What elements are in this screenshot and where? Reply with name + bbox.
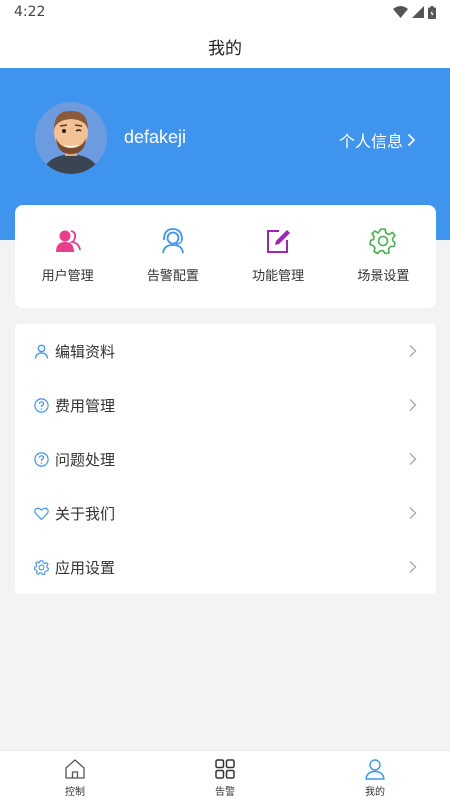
- menu-label: 问题处理: [55, 450, 116, 469]
- profile-info-link[interactable]: 个人信息: [339, 128, 416, 152]
- function-card: 用户管理 告警配置 功能管理 场景设置: [15, 205, 436, 308]
- menu-label: 应用设置: [55, 558, 116, 577]
- chevron-right-icon: [409, 399, 417, 411]
- menu-list: 编辑资料 费用管理 问题处理 关于我们 应用设置: [15, 324, 436, 594]
- avatar-image: [35, 102, 107, 174]
- menu-edit-profile[interactable]: 编辑资料: [15, 324, 436, 378]
- menu-issue-handling[interactable]: 问题处理: [15, 432, 436, 486]
- gear-icon: [369, 228, 397, 255]
- menu-label: 费用管理: [55, 396, 116, 415]
- chevron-right-icon: [407, 133, 416, 147]
- profile-info-label: 个人信息: [338, 132, 403, 151]
- function-label: 功能管理: [252, 269, 305, 284]
- function-feature-management[interactable]: 功能管理: [226, 205, 331, 308]
- gear-icon: [34, 559, 49, 575]
- menu-about-us[interactable]: 关于我们: [15, 486, 436, 540]
- chevron-right-icon: [409, 453, 417, 465]
- status-time: 4:22: [14, 4, 46, 20]
- tab-label: 我的: [365, 787, 385, 798]
- menu-fee-management[interactable]: 费用管理: [15, 378, 436, 432]
- avatar[interactable]: [35, 102, 107, 174]
- chevron-right-icon: [409, 345, 417, 357]
- question-circle-icon: [34, 451, 49, 467]
- grid-icon: [215, 759, 235, 779]
- tab-label: 告警: [215, 787, 235, 798]
- edit-icon: [267, 230, 291, 253]
- status-bar: 4:22: [0, 0, 450, 24]
- tab-control[interactable]: 控制: [0, 751, 150, 800]
- menu-label: 关于我们: [55, 504, 116, 523]
- page-title: 我的: [208, 38, 242, 59]
- function-user-management[interactable]: 用户管理: [15, 205, 120, 308]
- menu-label: 编辑资料: [55, 342, 116, 361]
- wifi-icon: [393, 6, 408, 18]
- headset-user-icon: [161, 228, 184, 254]
- function-alarm-config[interactable]: 告警配置: [120, 205, 225, 308]
- question-circle-icon: [34, 397, 49, 413]
- user-icon: [365, 759, 385, 780]
- function-label: 场景设置: [357, 269, 410, 284]
- tab-mine[interactable]: 我的: [300, 751, 450, 800]
- function-label: 告警配置: [146, 269, 199, 284]
- username: defakeji: [124, 127, 187, 147]
- menu-app-settings[interactable]: 应用设置: [15, 540, 436, 594]
- tab-alarm[interactable]: 告警: [150, 751, 300, 800]
- chevron-right-icon: [409, 507, 417, 519]
- function-label: 用户管理: [41, 269, 94, 284]
- tab-label: 控制: [65, 787, 85, 798]
- bottom-tab-bar: 控制 告警 我的: [0, 750, 450, 800]
- title-bar: 我的: [0, 24, 450, 68]
- signal-icon: [412, 6, 424, 18]
- heart-icon: [34, 507, 49, 520]
- home-icon: [65, 759, 85, 779]
- function-scene-settings[interactable]: 场景设置: [331, 205, 436, 308]
- chevron-right-icon: [409, 561, 417, 573]
- user-icon: [34, 344, 49, 359]
- battery-icon: [428, 5, 436, 19]
- users-icon: [55, 230, 81, 252]
- status-icons: [393, 5, 436, 19]
